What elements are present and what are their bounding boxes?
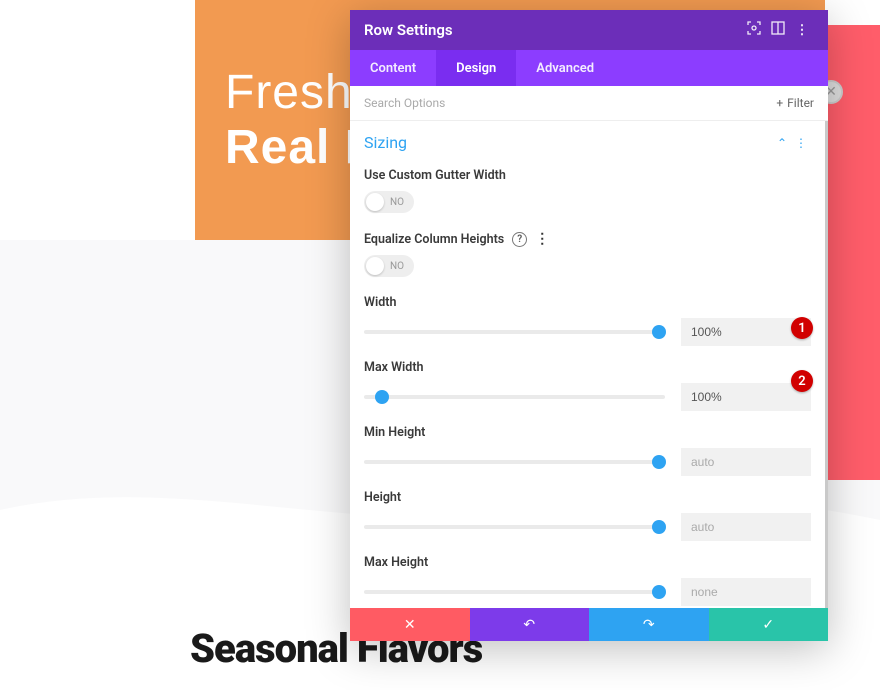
save-button[interactable]: ✓ (709, 608, 829, 641)
width-slider[interactable] (364, 326, 665, 338)
gutter-width-label: Use Custom Gutter Width (364, 168, 811, 183)
modal-body[interactable]: Sizing ⌃ ⋮ Use Custom Gutter Width NO Eq… (350, 121, 828, 608)
close-icon: ✕ (404, 617, 416, 633)
focus-icon[interactable] (742, 21, 766, 39)
maxheight-input[interactable] (681, 578, 811, 606)
toggle-no-label: NO (384, 197, 412, 208)
width-row (364, 318, 811, 346)
undo-icon: ↶ (523, 617, 535, 633)
tab-advanced[interactable]: Advanced (516, 50, 614, 86)
search-bar[interactable]: Search Options + Filter (350, 86, 828, 121)
modal-titlebar: Row Settings ⋮ (350, 10, 828, 50)
chevron-up-icon[interactable]: ⌃ (773, 136, 791, 150)
minheight-slider[interactable] (364, 456, 665, 468)
maxwidth-input[interactable] (681, 383, 811, 411)
sizing-title: Sizing (364, 133, 407, 152)
filter-button[interactable]: + Filter (776, 96, 814, 110)
cancel-button[interactable]: ✕ (350, 608, 470, 641)
tab-content[interactable]: Content (350, 50, 436, 86)
sizing-header[interactable]: Sizing ⌃ ⋮ (364, 133, 811, 158)
maxheight-slider[interactable] (364, 586, 665, 598)
maxheight-row (364, 578, 811, 606)
row-settings-modal: Row Settings ⋮ Content Design Advanced S… (350, 10, 828, 641)
maxwidth-slider[interactable] (364, 391, 665, 403)
help-icon[interactable]: ? (512, 232, 527, 247)
check-icon: ✓ (762, 617, 774, 633)
minheight-input[interactable] (681, 448, 811, 476)
height-slider[interactable] (364, 521, 665, 533)
plus-icon: + (776, 96, 783, 110)
equalize-columns-toggle[interactable]: NO (364, 255, 414, 277)
toggle-knob (366, 193, 384, 211)
toggle-no-label: NO (384, 261, 412, 272)
annotation-badge-2: 2 (791, 370, 813, 392)
redo-icon: ↷ (643, 617, 655, 633)
minheight-row (364, 448, 811, 476)
minheight-label: Min Height (364, 425, 811, 440)
filter-label: Filter (787, 96, 814, 110)
section-sizing: Sizing ⌃ ⋮ Use Custom Gutter Width NO Eq… (350, 121, 825, 608)
modal-title: Row Settings (364, 21, 453, 39)
columns-icon[interactable] (766, 21, 790, 39)
tab-design[interactable]: Design (436, 50, 516, 86)
redo-button[interactable]: ↷ (589, 608, 709, 641)
modal-footer: ✕ ↶ ↷ ✓ (350, 608, 828, 641)
maxheight-label: Max Height (364, 555, 811, 570)
height-label: Height (364, 490, 811, 505)
toggle-knob (366, 257, 384, 275)
kebab-icon[interactable]: ⋮ (790, 23, 814, 38)
kebab-icon[interactable]: ⋮ (535, 231, 549, 247)
modal-tabs: Content Design Advanced (350, 50, 828, 86)
gutter-width-toggle[interactable]: NO (364, 191, 414, 213)
height-row (364, 513, 811, 541)
height-input[interactable] (681, 513, 811, 541)
maxwidth-label: Max Width (364, 360, 811, 375)
maxwidth-row (364, 383, 811, 411)
equalize-columns-label: Equalize Column Heights ? ⋮ (364, 231, 811, 247)
search-placeholder: Search Options (364, 96, 445, 110)
undo-button[interactable]: ↶ (470, 608, 590, 641)
annotation-badge-1: 1 (791, 317, 813, 339)
kebab-icon[interactable]: ⋮ (791, 136, 811, 150)
width-label: Width (364, 295, 811, 310)
